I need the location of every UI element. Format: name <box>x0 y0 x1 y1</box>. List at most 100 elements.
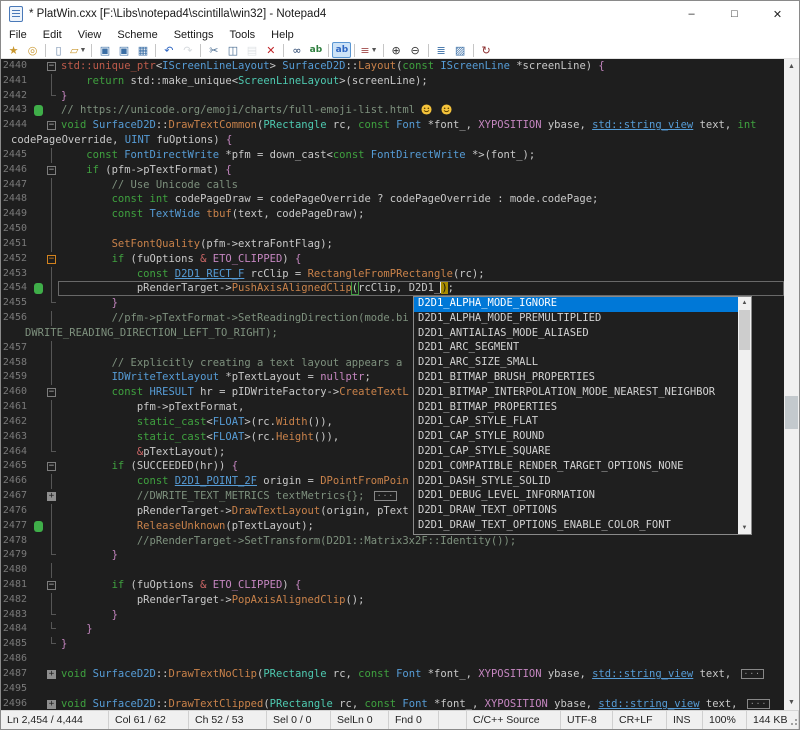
scrollbar-down-icon[interactable]: ▼ <box>784 695 799 710</box>
code-line-2442[interactable]: 2442} <box>1 89 784 104</box>
scrollbar-up-icon[interactable]: ▲ <box>784 59 799 74</box>
line-number[interactable]: 2449 <box>1 207 31 222</box>
status-encoding[interactable]: UTF-8 <box>561 711 613 729</box>
code-line-2484[interactable]: 2484 } <box>1 622 784 637</box>
save-as-button[interactable]: ▣ <box>114 42 133 58</box>
menu-edit[interactable]: Edit <box>35 27 70 42</box>
bookmark-margin[interactable] <box>31 622 45 637</box>
fold-expand-icon[interactable]: + <box>47 670 56 679</box>
code-line-2495[interactable]: 2495 <box>1 682 784 697</box>
fold-margin[interactable]: + <box>45 697 58 710</box>
fold-collapse-icon[interactable]: − <box>47 581 56 590</box>
code-line-2449[interactable]: 2449 const TextWide tbuf(text, codePageD… <box>1 207 784 222</box>
fold-margin[interactable] <box>45 103 58 118</box>
line-number[interactable]: 2457 <box>1 341 31 356</box>
line-number[interactable]: 2455 <box>1 296 31 311</box>
line-number[interactable]: 2480 <box>1 563 31 578</box>
bookmark-margin[interactable] <box>31 267 45 282</box>
bookmark-margin[interactable] <box>31 281 45 296</box>
fold-collapse-icon[interactable]: − <box>47 255 56 264</box>
bookmark-margin[interactable] <box>31 192 45 207</box>
dropdown-arrow-icon[interactable]: ▼ <box>79 43 86 58</box>
line-number[interactable]: 2448 <box>1 192 31 207</box>
find-button[interactable]: ∞ <box>287 42 306 58</box>
line-number[interactable]: 2443 <box>1 103 31 118</box>
line-number[interactable]: 2456 <box>1 311 31 326</box>
fold-margin[interactable]: − <box>45 385 58 400</box>
fold-margin[interactable]: − <box>45 59 58 74</box>
fold-margin[interactable] <box>45 222 58 237</box>
fold-margin[interactable] <box>45 237 58 252</box>
fold-collapse-icon[interactable]: − <box>47 388 56 397</box>
fold-margin[interactable]: + <box>45 489 58 504</box>
bookmark-margin[interactable] <box>31 385 45 400</box>
line-number[interactable]: 2485 <box>1 637 31 652</box>
autocomplete-item[interactable]: D2D1_ALPHA_MODE_IGNORE <box>414 297 738 312</box>
bookmark-button[interactable]: ★ <box>4 42 23 58</box>
code-line-2446[interactable]: 2446− if (pfm->pTextFormat) { <box>1 163 784 178</box>
line-number[interactable]: 2441 <box>1 74 31 89</box>
menu-file[interactable]: File <box>1 27 35 42</box>
code-line-2441[interactable]: 2441 return std::make_unique<ScreenLineL… <box>1 74 784 89</box>
fold-margin[interactable]: − <box>45 118 58 133</box>
bookmark-margin[interactable] <box>31 370 45 385</box>
code-line-wrap[interactable]: codePageOverride, UINT fuOptions) { <box>1 133 784 148</box>
line-number[interactable]: 2450 <box>1 222 31 237</box>
bookmark-margin[interactable] <box>31 148 45 163</box>
line-number[interactable]: 2464 <box>1 445 31 460</box>
redo-button[interactable]: ↷ <box>178 42 197 58</box>
fold-collapse-icon[interactable]: − <box>47 62 56 71</box>
status-scheme[interactable]: C/C++ Source <box>467 711 561 729</box>
bookmark-margin[interactable] <box>31 430 45 445</box>
code-line-2487[interactable]: 2487+void SurfaceD2D::DrawTextNoClip(PRe… <box>1 667 784 682</box>
bookmark-margin[interactable] <box>31 415 45 430</box>
code-line-2453[interactable]: 2453 const D2D1_RECT_F rcClip = Rectangl… <box>1 267 784 282</box>
autocomplete-item[interactable]: D2D1_CAP_STYLE_FLAT <box>414 415 738 430</box>
fold-margin[interactable]: − <box>45 252 58 267</box>
bookmark-margin[interactable] <box>31 207 45 222</box>
line-number[interactable]: 2487 <box>1 667 31 682</box>
fold-margin[interactable] <box>45 504 58 519</box>
fold-margin[interactable] <box>45 311 58 326</box>
fold-margin[interactable] <box>45 430 58 445</box>
line-number[interactable]: 2446 <box>1 163 31 178</box>
bookmark-margin[interactable] <box>31 400 45 415</box>
maximize-button[interactable]: □ <box>713 1 756 27</box>
fold-margin[interactable] <box>45 192 58 207</box>
fold-margin[interactable] <box>45 534 58 549</box>
fold-margin[interactable] <box>45 637 58 652</box>
delete-button[interactable]: ✕ <box>261 42 280 58</box>
autocomplete-item[interactable]: D2D1_BITMAP_INTERPOLATION_MODE_NEAREST_N… <box>414 386 738 401</box>
code-line-2496[interactable]: 2496+void SurfaceD2D::DrawTextClipped(PR… <box>1 697 784 710</box>
replace-button[interactable]: ab <box>306 42 325 58</box>
code-line-2452[interactable]: 2452− if (fuOptions & ETO_CLIPPED) { <box>1 252 784 267</box>
autocomplete-item[interactable]: D2D1_DRAW_TEXT_OPTIONS_ENABLE_COLOR_FONT <box>414 519 738 534</box>
fold-margin[interactable] <box>45 415 58 430</box>
line-number[interactable]: 2476 <box>1 504 31 519</box>
line-number[interactable]: 2462 <box>1 415 31 430</box>
bookmark-margin[interactable] <box>31 563 45 578</box>
code-line-2479[interactable]: 2479 } <box>1 548 784 563</box>
zoom-out-button[interactable]: ⊖ <box>406 42 425 58</box>
fold-margin[interactable] <box>45 593 58 608</box>
bookmark-margin[interactable] <box>31 667 45 682</box>
bookmark-margin[interactable] <box>31 504 45 519</box>
resize-grip-icon[interactable] <box>789 719 797 727</box>
line-number[interactable]: 2459 <box>1 370 31 385</box>
line-number[interactable]: 2481 <box>1 578 31 593</box>
editor-scrollbar[interactable]: ▲ ▼ <box>784 59 799 710</box>
bookmark-margin[interactable] <box>31 178 45 193</box>
fold-margin[interactable] <box>45 682 58 697</box>
bookmark-margin[interactable] <box>31 593 45 608</box>
bookmark-margin[interactable] <box>31 311 45 326</box>
line-number[interactable]: 2463 <box>1 430 31 445</box>
open-file-button[interactable]: ▱▼ <box>68 42 88 58</box>
close-button[interactable]: ✕ <box>756 1 799 27</box>
bookmark-margin[interactable] <box>31 519 45 534</box>
line-number[interactable]: 2460 <box>1 385 31 400</box>
fold-margin[interactable] <box>45 563 58 578</box>
menu-scheme[interactable]: Scheme <box>109 27 165 42</box>
autocomplete-item[interactable]: D2D1_ARC_SEGMENT <box>414 341 738 356</box>
fold-collapse-icon[interactable]: − <box>47 462 56 471</box>
fold-margin[interactable] <box>45 652 58 667</box>
